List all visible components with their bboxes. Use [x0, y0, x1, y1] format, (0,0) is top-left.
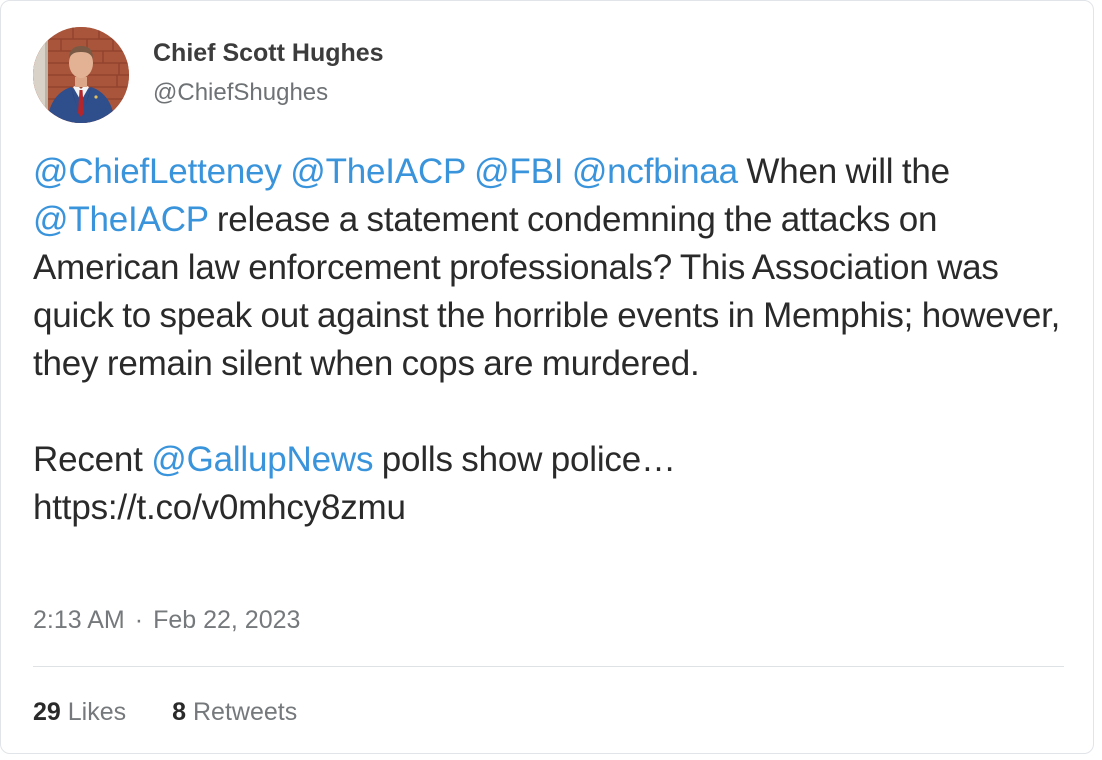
meta-separator: · — [134, 606, 144, 634]
tweet-timestamp[interactable]: 2:13 AM · Feb 22, 2023 — [33, 606, 300, 635]
likes-stat[interactable]: 29 Likes — [33, 698, 126, 727]
tweet-text-segment: When will the — [737, 152, 950, 191]
tweet-card[interactable]: Chief Scott Hughes @ChiefShughes @ChiefL… — [0, 0, 1094, 754]
engagement-stats: 29 Likes 8 Retweets — [33, 698, 297, 727]
tweet-text-segment: polls show police… — [373, 440, 676, 479]
divider — [33, 666, 1064, 667]
tweet-date: Feb 22, 2023 — [153, 606, 301, 634]
tweet-paragraph-1: @ChiefLetteney @TheIACP @FBI @ncfbinaa W… — [33, 148, 1073, 388]
mention-link[interactable]: @GallupNews — [151, 440, 373, 479]
tweet-url-link[interactable]: https://t.co/v0mhcy8zmu — [33, 488, 406, 527]
tweet-text: @ChiefLetteney @TheIACP @FBI @ncfbinaa W… — [33, 148, 1073, 532]
likes-count: 29 — [33, 698, 61, 726]
retweets-label: Retweets — [193, 698, 298, 726]
tweet-text-segment: Recent — [33, 440, 152, 479]
mention-link[interactable]: @FBI — [474, 152, 563, 191]
tweet-time: 2:13 AM — [33, 606, 125, 634]
mention-link[interactable]: @TheIACP — [290, 152, 466, 191]
author-handle[interactable]: @ChiefShughes — [153, 79, 328, 107]
mention-link[interactable]: @TheIACP — [33, 200, 209, 239]
likes-label: Likes — [67, 698, 127, 726]
mention-link[interactable]: @ChiefLetteney — [33, 152, 282, 191]
avatar-image — [33, 27, 129, 123]
retweets-stat[interactable]: 8 Retweets — [172, 698, 297, 727]
mention-link[interactable]: @ncfbinaa — [572, 152, 738, 191]
author-name[interactable]: Chief Scott Hughes — [153, 39, 384, 68]
retweets-count: 8 — [172, 698, 187, 726]
tweet-paragraph-2: Recent @GallupNews polls show police… htt… — [33, 436, 1073, 532]
avatar[interactable] — [33, 27, 129, 123]
